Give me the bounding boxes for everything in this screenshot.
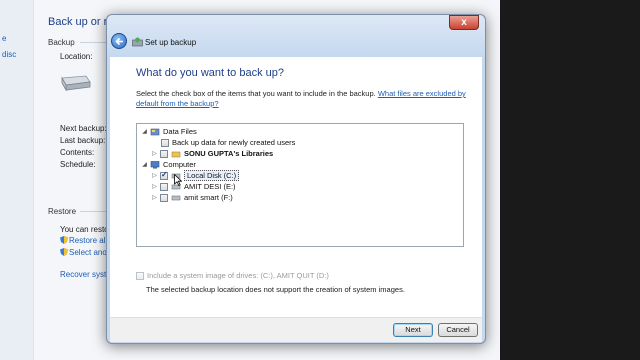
- system-image-checkbox: [136, 271, 144, 280]
- tree-item-libraries[interactable]: ▷ SONU GUPTA's Libraries: [151, 148, 273, 159]
- computer-icon: [150, 160, 160, 168]
- shield-icon: [60, 248, 68, 256]
- libraries-checkbox[interactable]: [160, 149, 168, 158]
- mouse-pointer-icon: [174, 174, 182, 186]
- dialog-titlebar[interactable]: x Set up backup: [107, 15, 485, 57]
- system-image-label: Include a system image of drives: (C:), …: [147, 271, 329, 280]
- shield-icon: [60, 236, 68, 244]
- backup-items-tree[interactable]: ◢ Data Files Back up data for newly crea…: [136, 123, 464, 247]
- backup-section-heading: Backup: [48, 38, 75, 47]
- tree-item-label: SONU GUPTA's Libraries: [184, 149, 274, 158]
- tree-item-label: AMIT DESI (E:): [184, 182, 236, 191]
- libraries-icon: [171, 151, 181, 157]
- location-label: Location:: [60, 52, 93, 61]
- schedule-label: Schedule:: [60, 160, 96, 169]
- next-button[interactable]: Next: [393, 323, 433, 337]
- system-image-option: Include a system image of drives: (C:), …: [136, 271, 329, 280]
- drive-icon: [171, 195, 181, 200]
- tree-item-data-files[interactable]: ◢ Data Files: [141, 126, 197, 137]
- tree-item-drive-e[interactable]: ▷ AMIT DESI (E:): [151, 181, 236, 192]
- tree-item-computer[interactable]: ◢ Computer: [141, 159, 196, 170]
- last-backup-label: Last backup:: [60, 136, 106, 145]
- collapse-triangle-icon[interactable]: ◢: [141, 128, 148, 135]
- restore-section-heading: Restore: [48, 207, 77, 216]
- back-button[interactable]: [111, 33, 127, 49]
- left-nav-link-disc[interactable]: disc: [2, 50, 16, 59]
- collapse-triangle-icon[interactable]: ◢: [141, 161, 148, 168]
- tree-item-label: Back up data for newly created users: [172, 138, 296, 147]
- system-image-note: The selected backup location does not su…: [146, 285, 405, 294]
- restore-all-link[interactable]: Restore all: [69, 236, 107, 245]
- drive-f-checkbox[interactable]: [160, 193, 168, 202]
- left-nav-pane: e disc: [0, 0, 34, 360]
- dialog-content: What do you want to back up? Select the …: [110, 57, 482, 322]
- tree-item-new-users[interactable]: Back up data for newly created users: [161, 137, 295, 148]
- instructions-text: Select the check box of the items that y…: [136, 89, 466, 109]
- back-arrow-icon: [115, 37, 123, 46]
- expand-triangle-icon[interactable]: ▷: [151, 183, 158, 190]
- backup-drive-icon: [132, 37, 143, 47]
- expand-triangle-icon[interactable]: ▷: [151, 150, 158, 157]
- contents-label: Contents:: [60, 148, 95, 157]
- next-backup-label: Next backup:: [60, 124, 107, 133]
- tree-item-label: Local Disk (C:): [184, 170, 240, 181]
- tree-item-label: amit smart (F:): [184, 193, 233, 202]
- dialog-footer: Next Cancel: [110, 317, 482, 342]
- expand-triangle-icon[interactable]: ▷: [151, 194, 158, 201]
- tree-item-drive-c[interactable]: ▷ Local Disk (C:): [151, 170, 240, 181]
- expand-triangle-icon[interactable]: ▷: [151, 172, 158, 179]
- instructions-label: Select the check box of the items that y…: [136, 89, 376, 98]
- drive-e-checkbox[interactable]: [160, 182, 168, 191]
- drive-c-checkbox[interactable]: [160, 170, 168, 180]
- hard-drive-icon: [61, 75, 91, 92]
- tree-item-label: Data Files: [163, 127, 197, 136]
- tree-item-label: Computer: [163, 160, 196, 169]
- left-nav-link[interactable]: e: [2, 34, 6, 43]
- cancel-button[interactable]: Cancel: [438, 323, 478, 337]
- close-button[interactable]: x: [449, 15, 479, 30]
- data-files-icon: [150, 128, 160, 135]
- dialog-caption: Set up backup: [145, 38, 197, 47]
- dialog-heading: What do you want to back up?: [136, 67, 284, 79]
- new-users-checkbox[interactable]: [161, 138, 169, 147]
- tree-item-drive-f[interactable]: ▷ amit smart (F:): [151, 192, 233, 203]
- setup-backup-dialog: x Set up backup What do you want to back…: [106, 14, 486, 344]
